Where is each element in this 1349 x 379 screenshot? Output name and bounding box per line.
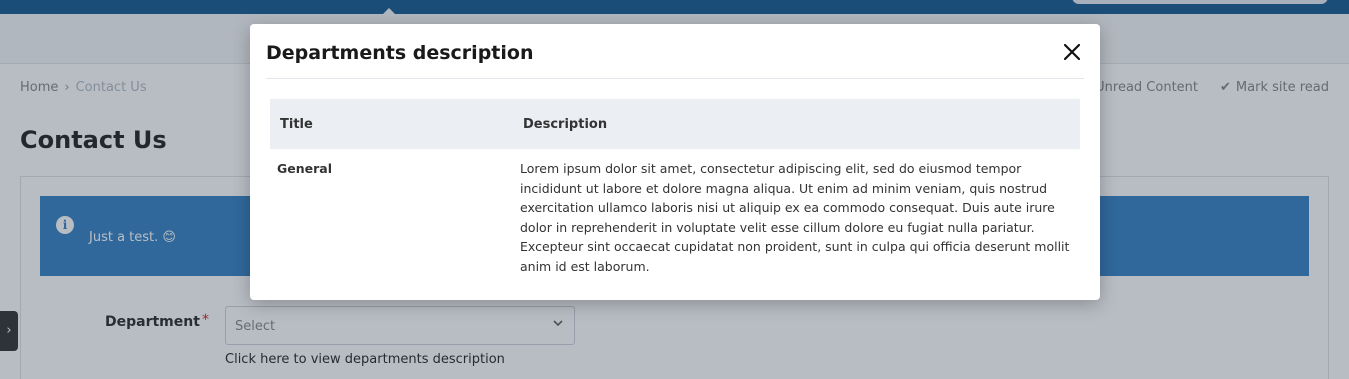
- departments-modal: Departments description Title Descriptio…: [250, 24, 1100, 300]
- modal-divider: [266, 78, 1084, 79]
- departments-table: Title Description General Lorem ipsum do…: [270, 99, 1080, 282]
- table-header-row: Title Description: [270, 99, 1080, 149]
- department-title-cell: General: [277, 161, 332, 176]
- close-icon[interactable]: [1060, 40, 1084, 64]
- column-header-title: Title: [270, 99, 513, 149]
- department-description-cell: Lorem ipsum dolor sit amet, consectetur …: [520, 161, 1070, 274]
- column-header-description: Description: [513, 99, 1080, 149]
- modal-title: Departments description: [266, 42, 534, 64]
- table-row: General Lorem ipsum dolor sit amet, cons…: [270, 149, 1080, 282]
